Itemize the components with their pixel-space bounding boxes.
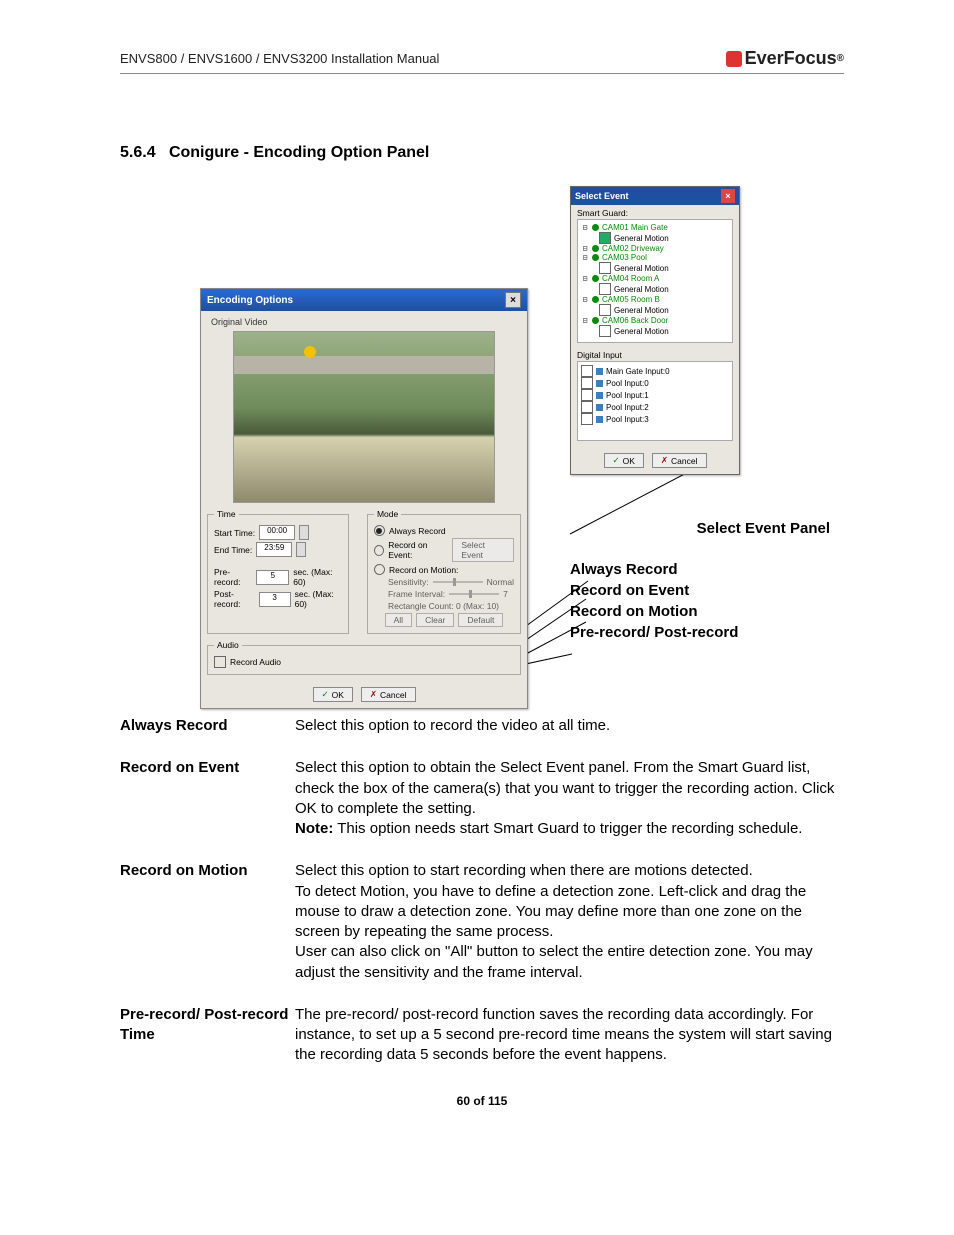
tree-camera[interactable]: ⊟CAM05 Room B: [581, 295, 729, 304]
camera-icon: [592, 317, 599, 324]
camera-icon: [592, 224, 599, 231]
page-number: 60 of 115: [120, 1094, 844, 1108]
parallel-icon: [596, 404, 603, 411]
select-event-ok-button[interactable]: ✓OK: [604, 453, 644, 468]
desc-always-record: Always Record Select this option to reco…: [120, 716, 844, 736]
x-icon: ✗: [661, 455, 668, 466]
always-record-radio[interactable]: [374, 525, 385, 536]
ok-button[interactable]: ✓OK: [313, 687, 353, 702]
digital-input-item[interactable]: Pool Input:0: [581, 377, 729, 389]
manual-title: ENVS800 / ENVS1600 / ENVS3200 Installati…: [120, 51, 439, 66]
digital-input-item[interactable]: Pool Input:3: [581, 413, 729, 425]
mode-fieldset: Mode Always Record Record on Event: Sele…: [367, 509, 521, 634]
start-time-input[interactable]: 00:00: [259, 525, 295, 540]
frame-interval-slider[interactable]: [449, 593, 499, 595]
close-icon[interactable]: ×: [505, 292, 521, 308]
page-header: ENVS800 / ENVS1600 / ENVS3200 Installati…: [120, 48, 844, 74]
tree-camera[interactable]: ⊟CAM02 Driveway: [581, 244, 729, 253]
digital-input-item[interactable]: Pool Input:1: [581, 389, 729, 401]
record-on-motion-radio[interactable]: [374, 564, 385, 575]
tree-camera[interactable]: ⊟CAM06 Back Door: [581, 316, 729, 325]
encoding-title: Encoding Options: [207, 295, 293, 306]
brand-logo: EverFocus®: [726, 48, 844, 69]
encoding-options-window: Encoding Options × Original Video Time S…: [200, 288, 528, 709]
select-event-title: Select Event: [575, 191, 629, 201]
x-icon: ✗: [370, 689, 377, 700]
select-event-window: Select Event × Smart Guard: ⊟CAM01 Main …: [570, 186, 740, 475]
parallel-icon: [596, 380, 603, 387]
all-button[interactable]: All: [385, 613, 412, 627]
parallel-icon: [596, 368, 603, 375]
clear-button[interactable]: Clear: [416, 613, 454, 627]
spinner-icon[interactable]: [299, 525, 309, 540]
original-video-label: Original Video: [201, 311, 527, 331]
smart-guard-tree[interactable]: ⊟CAM01 Main GateGeneral Motion⊟CAM02 Dri…: [577, 219, 733, 343]
cancel-button[interactable]: ✗Cancel: [361, 687, 416, 702]
record-audio-checkbox[interactable]: [214, 656, 226, 668]
callout-record-on-event: Record on Event: [570, 582, 830, 599]
digital-input-item[interactable]: Pool Input:2: [581, 401, 729, 413]
pre-record-input[interactable]: 5: [256, 570, 289, 585]
tree-general-motion[interactable]: General Motion: [599, 232, 729, 244]
check-icon: ✓: [613, 455, 620, 466]
record-on-event-radio[interactable]: [374, 545, 384, 556]
audio-fieldset: Audio Record Audio: [207, 640, 521, 675]
everfocus-icon: [726, 51, 742, 67]
tree-camera[interactable]: ⊟CAM04 Room A: [581, 274, 729, 283]
tree-camera[interactable]: ⊟CAM01 Main Gate: [581, 223, 729, 232]
camera-icon: [592, 245, 599, 252]
time-fieldset: Time Start Time: 00:00 End Time: 23:59 P…: [207, 509, 349, 634]
tree-general-motion[interactable]: General Motion: [599, 325, 729, 337]
end-time-input[interactable]: 23:59: [256, 542, 292, 557]
camera-icon: [592, 254, 599, 261]
video-thumbnail: [233, 331, 495, 503]
callouts: Select Event Panel Always Record Record …: [570, 516, 830, 645]
tree-general-motion[interactable]: General Motion: [599, 304, 729, 316]
digital-input-item[interactable]: Main Gate Input:0: [581, 365, 729, 377]
desc-record-on-event: Record on Event Select this option to ob…: [120, 758, 844, 839]
parallel-icon: [596, 416, 603, 423]
tree-camera[interactable]: ⊟CAM03 Pool: [581, 253, 729, 262]
select-event-cancel-button[interactable]: ✗Cancel: [652, 453, 707, 468]
figure: Encoding Options × Original Video Time S…: [120, 186, 844, 686]
section-heading: 5.6.4 Conigure - Encoding Option Panel: [120, 144, 844, 162]
callout-select-event: Select Event Panel: [570, 520, 830, 537]
camera-icon: [592, 275, 599, 282]
tree-general-motion[interactable]: General Motion: [599, 262, 729, 274]
check-icon: ✓: [322, 689, 329, 700]
desc-pre-post: Pre-record/ Post-record Time The pre-rec…: [120, 1005, 844, 1066]
callout-always-record: Always Record: [570, 561, 830, 578]
camera-icon: [592, 296, 599, 303]
spinner-icon[interactable]: [296, 542, 306, 557]
close-icon[interactable]: ×: [721, 189, 735, 203]
parallel-icon: [596, 392, 603, 399]
select-event-button[interactable]: Select Event: [452, 538, 514, 562]
desc-record-on-motion: Record on Motion Select this option to s…: [120, 861, 844, 983]
post-record-input[interactable]: 3: [259, 592, 291, 607]
tree-general-motion[interactable]: General Motion: [599, 283, 729, 295]
sensitivity-slider[interactable]: [433, 581, 483, 583]
digital-input-list[interactable]: Main Gate Input:0Pool Input:0Pool Input:…: [577, 361, 733, 441]
callout-pre-post: Pre-record/ Post-record: [570, 624, 830, 641]
callout-record-on-motion: Record on Motion: [570, 603, 830, 620]
default-button[interactable]: Default: [458, 613, 503, 627]
